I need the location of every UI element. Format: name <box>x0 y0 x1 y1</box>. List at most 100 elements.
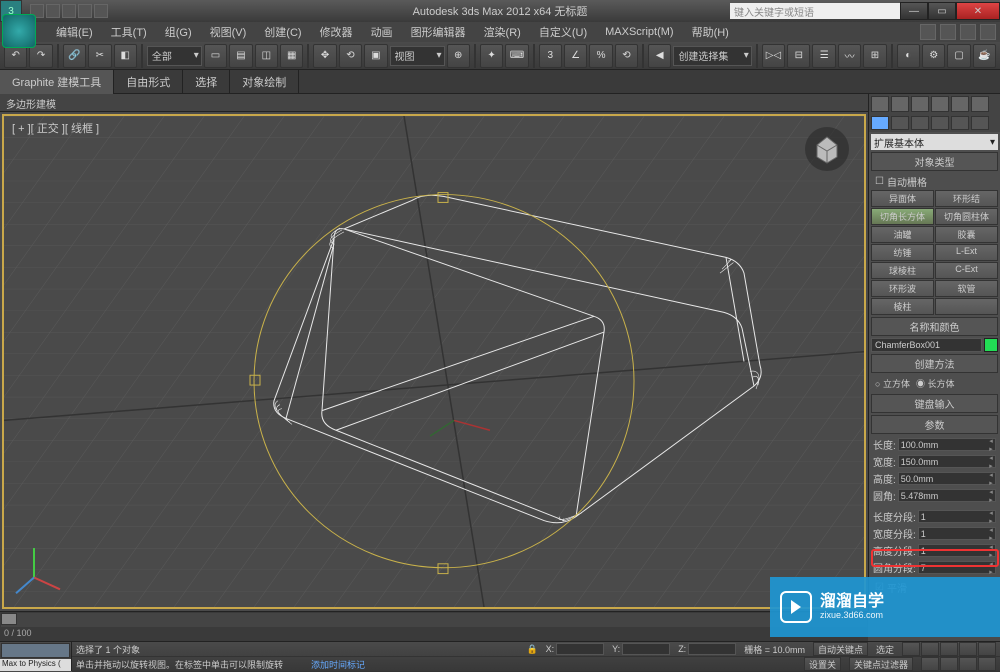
nav-orbit-button[interactable] <box>959 657 977 671</box>
scale-button[interactable]: ▣ <box>364 44 387 68</box>
qat-save-icon[interactable] <box>62 4 76 18</box>
named-sel-prev-button[interactable]: ◀ <box>648 44 671 68</box>
menu-rendering[interactable]: 渲染(R) <box>480 22 525 42</box>
play-end-button[interactable] <box>978 642 996 656</box>
coord-z-input[interactable] <box>688 643 736 655</box>
param-width-input[interactable]: 150.0mm <box>898 455 996 468</box>
add-time-tag[interactable]: 添加时间标记 <box>311 658 365 671</box>
menu-graph-editors[interactable]: 图形编辑器 <box>407 22 470 42</box>
menu-tools[interactable]: 工具(T) <box>107 22 151 42</box>
select-name-button[interactable]: ▤ <box>229 44 252 68</box>
select-region-button[interactable]: ◫ <box>255 44 278 68</box>
link-button[interactable]: 🔗 <box>63 44 86 68</box>
play-next-button[interactable] <box>959 642 977 656</box>
prim-torusknot[interactable]: 环形结 <box>935 190 998 207</box>
menu-modifiers[interactable]: 修改器 <box>316 22 357 42</box>
display-tab-icon[interactable] <box>951 116 969 130</box>
method-cube-radio[interactable]: ○ 立方体 <box>875 377 910 390</box>
render-button[interactable]: ☕ <box>973 44 996 68</box>
category-dropdown[interactable]: 扩展基本体▾ <box>871 134 998 150</box>
menu-maxscript[interactable]: MAXScript(M) <box>601 24 677 40</box>
spinner-snap-button[interactable]: ⟲ <box>615 44 638 68</box>
ribbon-tab-graphite[interactable]: Graphite 建模工具 <box>0 70 114 94</box>
named-selection-dropdown[interactable]: 创建选择集 <box>673 46 751 66</box>
lock-icon[interactable]: 🔒 <box>526 644 537 655</box>
menu-edit[interactable]: 编辑(E) <box>52 22 97 42</box>
viewport-ortho[interactable]: [ + ][ 正交 ][ 线框 ] <box>2 114 866 609</box>
script-listener[interactable]: Max to Physics ( <box>0 659 71 671</box>
layers-button[interactable]: ☰ <box>812 44 835 68</box>
seg-height-input[interactable]: 1 <box>918 544 996 557</box>
menu-animation[interactable]: 动画 <box>367 22 397 42</box>
curve-editor-button[interactable]: 〰 <box>838 44 861 68</box>
cp-toprow-icon-5[interactable] <box>951 96 969 112</box>
menu-help[interactable]: 帮助(H) <box>688 22 733 42</box>
prim-chamfercyl[interactable]: 切角圆柱体 <box>935 208 998 225</box>
align-button[interactable]: ⊟ <box>787 44 810 68</box>
minimize-button[interactable]: — <box>900 2 928 20</box>
window-crossing-button[interactable]: ▦ <box>280 44 303 68</box>
menu-create[interactable]: 创建(C) <box>260 22 305 42</box>
select-object-button[interactable]: ▭ <box>204 44 227 68</box>
motion-tab-icon[interactable] <box>931 116 949 130</box>
rollout-creation-method[interactable]: 创建方法 <box>871 354 998 373</box>
cp-toprow-icon-3[interactable] <box>911 96 929 112</box>
menu-views[interactable]: 视图(V) <box>206 22 251 42</box>
bind-button[interactable]: ◧ <box>114 44 137 68</box>
mirror-button[interactable]: ▷◁ <box>762 44 785 68</box>
setkey-button[interactable]: 设置关 <box>804 657 841 671</box>
prim-hedra[interactable]: 异面体 <box>871 190 934 207</box>
time-slider-track[interactable] <box>1 613 867 627</box>
qat-undo-icon[interactable] <box>78 4 92 18</box>
ref-coord-dropdown[interactable]: 视图 <box>390 46 445 66</box>
cp-toprow-icon-2[interactable] <box>891 96 909 112</box>
param-fillet-input[interactable]: 5.478mm <box>898 489 996 502</box>
application-button[interactable] <box>2 14 36 48</box>
cp-toprow-icon-4[interactable] <box>931 96 949 112</box>
prim-oiltank[interactable]: 油罐 <box>871 226 934 243</box>
percent-snap-button[interactable]: % <box>589 44 612 68</box>
nav-zoom-button[interactable] <box>940 657 958 671</box>
nav-max-button[interactable] <box>978 657 996 671</box>
rollout-keyboard-entry[interactable]: 键盘输入 <box>871 394 998 413</box>
prim-hose[interactable]: 软管 <box>935 280 998 297</box>
seg-width-input[interactable]: 1 <box>918 527 996 540</box>
help-topics-icon[interactable] <box>920 24 936 40</box>
prim-chamferbox[interactable]: 切角长方体 <box>871 208 934 225</box>
selection-filter-dropdown[interactable]: 全部 <box>147 46 202 66</box>
move-button[interactable]: ✥ <box>313 44 336 68</box>
cp-toprow-icon-6[interactable] <box>971 96 989 112</box>
object-color-swatch[interactable] <box>984 338 998 352</box>
help-star-icon[interactable] <box>960 24 976 40</box>
time-slider-thumb[interactable] <box>1 613 17 625</box>
maximize-button[interactable]: ▭ <box>928 2 956 20</box>
play-start-button[interactable] <box>902 642 920 656</box>
prim-prism[interactable]: 棱柱 <box>871 298 934 315</box>
viewport-thumbnail[interactable] <box>1 643 70 658</box>
viewcube[interactable] <box>804 126 850 172</box>
autokey-button[interactable]: 自动关键点 <box>813 642 868 656</box>
object-name-input[interactable]: ChamferBox001 <box>871 338 982 352</box>
play-button[interactable] <box>940 642 958 656</box>
schematic-view-button[interactable]: ⊞ <box>863 44 886 68</box>
rotate-button[interactable]: ⟲ <box>339 44 362 68</box>
nav-pan-button[interactable] <box>921 657 939 671</box>
cp-toprow-icon-1[interactable] <box>871 96 889 112</box>
keyboard-shortcut-button[interactable]: ⌨ <box>505 44 528 68</box>
qat-open-icon[interactable] <box>46 4 60 18</box>
create-tab-icon[interactable] <box>871 116 889 130</box>
coord-y-input[interactable] <box>622 643 670 655</box>
render-setup-button[interactable]: ⚙ <box>922 44 945 68</box>
menu-group[interactable]: 组(G) <box>161 22 196 42</box>
rollout-name-color[interactable]: 名称和颜色 <box>871 317 998 336</box>
help-forum-icon[interactable] <box>940 24 956 40</box>
hierarchy-tab-icon[interactable] <box>911 116 929 130</box>
snap-toggle-button[interactable]: 3 <box>539 44 562 68</box>
ribbon-tab-paint[interactable]: 对象绘制 <box>230 70 299 94</box>
prim-lext[interactable]: L-Ext <box>935 244 998 261</box>
qat-redo-icon[interactable] <box>94 4 108 18</box>
menu-customize[interactable]: 自定义(U) <box>535 22 591 42</box>
rollout-object-type[interactable]: 对象类型 <box>871 152 998 171</box>
unlink-button[interactable]: ✂ <box>88 44 111 68</box>
coord-x-input[interactable] <box>556 643 604 655</box>
